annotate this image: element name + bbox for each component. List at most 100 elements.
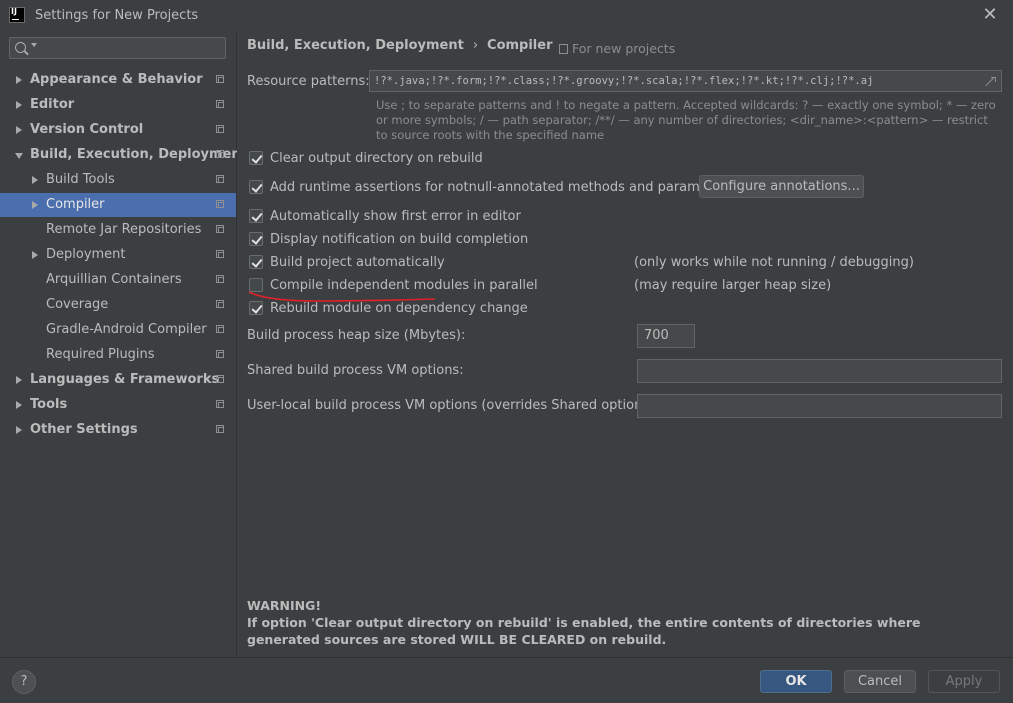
search-options-dropdown-icon[interactable] [31,43,37,47]
chevron-right-icon[interactable] [32,251,38,259]
title-bar: Settings for New Projects ✕ [0,0,1013,32]
project-level-settings-icon [216,175,224,183]
chevron-right-icon[interactable] [16,401,22,409]
configure-annotations-button[interactable]: Configure annotations... [699,175,864,198]
expand-field-icon[interactable] [985,76,996,86]
help-button[interactable]: ? [12,670,36,694]
sidebar-item-label: Version Control [30,122,144,137]
option-label: Automatically show first error in editor [270,209,521,224]
chevron-right-icon[interactable] [32,201,38,209]
sidebar-item-editor[interactable]: Editor [0,93,236,117]
sidebar-item-build-tools[interactable]: Build Tools [0,168,236,192]
sidebar-item-compiler[interactable]: Compiler [0,193,236,217]
breadcrumb-parent[interactable]: Build, Execution, Deployment [247,38,464,53]
checkbox-checked[interactable] [249,232,263,246]
option-label: Clear output directory on rebuild [270,151,483,166]
warning-text: If option 'Clear output directory on reb… [247,615,921,647]
project-level-settings-icon [216,325,224,333]
sidebar-item-tools[interactable]: Tools [0,393,236,417]
sidebar-item-label: Build, Execution, Deployment [30,147,247,162]
project-level-settings-icon [216,125,224,133]
option-label: Build project automatically [270,255,445,270]
scope-label: For new projects [559,41,675,56]
sidebar-item-deployment[interactable]: Deployment [0,243,236,267]
option-note: (may require larger heap size) [634,278,832,293]
sidebar-item-label: Arquillian Containers [46,272,182,287]
sidebar-item-label: Gradle-Android Compiler [46,322,207,337]
user-vm-options-label: User-local build process VM options (ove… [247,398,659,413]
project-level-settings-icon [216,250,224,258]
project-level-settings-icon [216,75,224,83]
heap-size-input[interactable]: 700 [637,324,695,348]
search-icon [15,42,26,53]
heap-size-value: 700 [644,328,669,343]
checkbox-unchecked[interactable] [249,278,263,292]
sidebar-item-appearance-behavior[interactable]: Appearance & Behavior [0,68,236,92]
sidebar-item-label: Deployment [46,247,126,262]
chevron-down-icon[interactable] [15,153,23,159]
sidebar-item-arquillian-containers[interactable]: Arquillian Containers [0,268,236,292]
sidebar-item-other-settings[interactable]: Other Settings [0,418,236,442]
checkbox-checked[interactable] [249,255,263,269]
checkbox-checked[interactable] [249,151,263,165]
project-level-settings-icon [216,350,224,358]
chevron-right-icon[interactable] [32,176,38,184]
resource-patterns-label: Resource patterns: [247,74,370,89]
option-label: Compile independent modules in parallel [270,278,538,293]
resource-patterns-value: !?*.java;!?*.form;!?*.class;!?*.groovy;!… [374,75,874,87]
close-icon[interactable]: ✕ [979,4,1001,26]
chevron-right-icon[interactable] [16,126,22,134]
ok-button[interactable]: OK [760,670,832,693]
chevron-right-icon[interactable] [16,426,22,434]
breadcrumb-separator: › [472,38,479,53]
project-scope-icon [559,44,568,54]
project-level-settings-icon [216,200,224,208]
sidebar-item-label: Coverage [46,297,109,312]
cancel-button[interactable]: Cancel [844,670,916,693]
user-vm-options-input[interactable] [637,394,1002,418]
window-title: Settings for New Projects [35,8,199,23]
heap-size-label: Build process heap size (Mbytes): [247,328,466,343]
project-level-settings-icon [216,400,224,408]
option-note: (only works while not running / debuggin… [634,255,914,270]
sidebar-item-languages-frameworks[interactable]: Languages & Frameworks [0,368,236,392]
project-level-settings-icon [216,100,224,108]
option-label: Add runtime assertions for notnull-annot… [270,180,734,195]
shared-vm-options-input[interactable] [637,359,1002,383]
sidebar-item-label: Remote Jar Repositories [46,222,202,237]
sidebar-item-label: Tools [30,397,68,412]
checkbox-checked[interactable] [249,209,263,223]
project-level-settings-icon [216,150,224,158]
resource-patterns-input[interactable]: !?*.java;!?*.form;!?*.class;!?*.groovy;!… [369,70,1002,92]
project-level-settings-icon [216,425,224,433]
sidebar-item-label: Languages & Frameworks [30,372,220,387]
compiler-settings-panel: Build, Execution, Deployment › Compiler Fo… [237,31,1013,657]
scope-text: For new projects [572,41,676,56]
warning-message: WARNING! If option 'Clear output directo… [247,597,997,648]
sidebar-item-label: Required Plugins [46,347,155,362]
apply-button[interactable]: Apply [928,670,1000,693]
settings-search-input[interactable] [9,37,226,59]
chevron-right-icon[interactable] [16,76,22,84]
option-label: Display notification on build completion [270,232,529,247]
sidebar-item-label: Appearance & Behavior [30,72,203,87]
sidebar-item-version-control[interactable]: Version Control [0,118,236,142]
project-level-settings-icon [216,225,224,233]
project-level-settings-icon [216,375,224,383]
breadcrumb: Build, Execution, Deployment › Compiler [247,38,553,53]
sidebar-item-label: Other Settings [30,422,138,437]
chevron-right-icon[interactable] [16,101,22,109]
sidebar-item-required-plugins[interactable]: Required Plugins [0,343,236,367]
sidebar-item-build-execution-deployment[interactable]: Build, Execution, Deployment [0,143,247,167]
sidebar-item-gradle-android-compiler[interactable]: Gradle-Android Compiler [0,318,236,342]
sidebar-item-coverage[interactable]: Coverage [0,293,236,317]
sidebar-item-label: Build Tools [46,172,115,187]
settings-sidebar: Appearance & Behavior Editor Version Contr… [0,31,247,657]
sidebar-item-remote-jar-repositories[interactable]: Remote Jar Repositories [0,218,236,242]
chevron-right-icon[interactable] [16,376,22,384]
warning-title: WARNING! [247,598,322,613]
sidebar-item-label: Editor [30,97,75,112]
checkbox-checked[interactable] [249,301,263,315]
project-level-settings-icon [216,300,224,308]
checkbox-checked[interactable] [249,180,263,194]
